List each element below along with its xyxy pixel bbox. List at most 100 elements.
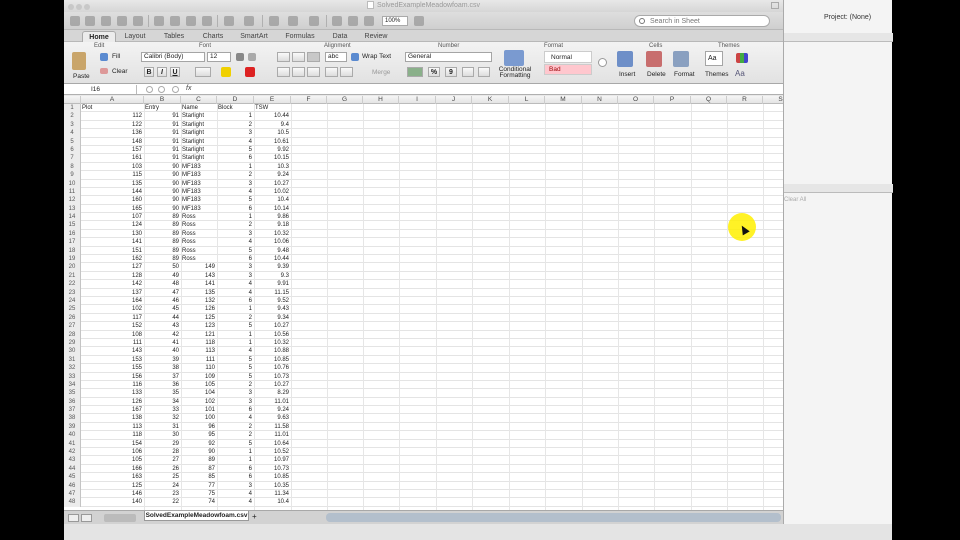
table-cell[interactable]: 10.32 — [254, 230, 291, 238]
row-header[interactable]: 21 — [64, 271, 81, 281]
column-header-d[interactable]: D — [217, 96, 254, 104]
table-cell[interactable]: 6 — [217, 154, 254, 162]
row-header[interactable]: 20 — [64, 263, 81, 272]
zoom-field[interactable]: 100% — [382, 16, 408, 26]
table-cell[interactable]: 5 — [217, 373, 254, 381]
delete-cells-icon[interactable] — [646, 51, 662, 67]
column-header-q[interactable]: Q — [691, 96, 727, 104]
row-header[interactable]: 27 — [64, 322, 81, 331]
table-cell[interactable]: 26 — [144, 465, 181, 473]
font-color-icon[interactable] — [245, 67, 255, 77]
tab-home[interactable]: Home — [82, 31, 116, 42]
table-cell[interactable]: 5 — [217, 356, 254, 364]
table-cell[interactable]: 4 — [217, 490, 254, 498]
table-cell[interactable]: 36 — [144, 381, 181, 389]
row-header[interactable]: 36 — [64, 397, 81, 407]
table-cell[interactable]: 10.27 — [254, 381, 291, 389]
borders-icon[interactable] — [195, 67, 211, 77]
spreadsheet-grid[interactable]: ABCDEFGHIJKLMNOPQRS 1 Plot Entry Name Block T… — [64, 96, 783, 510]
table-cell[interactable]: 91 — [144, 129, 181, 137]
table-cell[interactable]: 89 — [144, 238, 181, 246]
table-cell[interactable]: 32 — [144, 414, 181, 422]
page-layout-view-icon[interactable] — [81, 514, 92, 522]
row-header[interactable]: 18 — [64, 246, 81, 256]
table-cell[interactable]: 22 — [144, 498, 181, 506]
table-cell[interactable]: 3 — [217, 180, 254, 188]
search-field[interactable]: Search in Sheet — [634, 15, 770, 27]
insert-function-icon[interactable] — [172, 86, 179, 93]
column-header-a[interactable]: A — [81, 96, 144, 104]
row-header[interactable]: 41 — [64, 439, 81, 449]
theme-fonts-button[interactable]: Aa — [735, 69, 745, 78]
themes-button[interactable]: Themes — [705, 71, 728, 78]
row-header[interactable]: 48 — [64, 498, 81, 507]
table-cell[interactable]: 117 — [81, 314, 144, 322]
table-cell[interactable]: 127 — [81, 263, 144, 271]
table-cell[interactable]: 109 — [181, 373, 217, 381]
row-header[interactable]: 37 — [64, 406, 81, 415]
table-cell[interactable]: Ross — [181, 230, 217, 238]
table-cell[interactable]: 1 — [217, 305, 254, 313]
table-cell[interactable]: 10.85 — [254, 473, 291, 481]
redo-icon[interactable] — [244, 16, 254, 26]
table-cell[interactable]: 10.4 — [254, 498, 291, 506]
save-icon[interactable] — [117, 16, 127, 26]
table-cell[interactable]: 155 — [81, 364, 144, 372]
tab-review[interactable]: Review — [360, 31, 392, 42]
table-cell[interactable]: 9.39 — [254, 263, 291, 271]
table-cell[interactable]: 10.73 — [254, 465, 291, 473]
copy-icon[interactable] — [170, 16, 180, 26]
table-cell[interactable]: 163 — [81, 473, 144, 481]
table-cell[interactable]: 95 — [181, 431, 217, 439]
sort-icon[interactable] — [288, 16, 298, 26]
table-cell[interactable]: 24 — [144, 482, 181, 490]
table-cell[interactable]: MF183 — [181, 196, 217, 204]
table-cell[interactable]: 105 — [181, 381, 217, 389]
table-cell[interactable]: 89 — [144, 213, 181, 221]
table-cell[interactable]: 167 — [81, 406, 144, 414]
table-cell[interactable]: 10.97 — [254, 456, 291, 464]
table-cell[interactable]: 9.91 — [254, 280, 291, 288]
table-cell[interactable]: 111 — [81, 339, 144, 347]
table-cell[interactable]: 10.61 — [254, 138, 291, 146]
row-header[interactable]: 45 — [64, 473, 81, 482]
gallery-icon[interactable] — [332, 16, 342, 26]
undo-icon[interactable] — [224, 16, 234, 26]
row-header[interactable]: 23 — [64, 288, 81, 297]
table-cell[interactable]: 89 — [144, 230, 181, 238]
table-cell[interactable]: 31 — [144, 423, 181, 431]
print-icon[interactable] — [133, 16, 143, 26]
table-cell[interactable]: 4 — [217, 414, 254, 422]
conditional-formatting-button[interactable]: Conditional Formatting — [497, 66, 533, 79]
table-cell[interactable]: 4 — [217, 138, 254, 146]
header-cell[interactable]: TSW — [254, 104, 291, 112]
table-cell[interactable]: 42 — [144, 331, 181, 339]
table-cell[interactable]: 132 — [181, 297, 217, 305]
tab-formulas[interactable]: Formulas — [280, 31, 320, 42]
table-cell[interactable]: 141 — [81, 238, 144, 246]
table-cell[interactable]: 10.3 — [254, 163, 291, 171]
row-header[interactable]: 30 — [64, 347, 81, 356]
table-cell[interactable]: 106 — [81, 448, 144, 456]
format-painter-icon[interactable] — [202, 16, 212, 26]
table-cell[interactable]: 130 — [81, 230, 144, 238]
table-cell[interactable]: 113 — [181, 347, 217, 355]
header-cell[interactable]: Entry — [144, 104, 181, 112]
table-cell[interactable]: 118 — [81, 431, 144, 439]
table-cell[interactable]: 156 — [81, 373, 144, 381]
table-cell[interactable]: 108 — [81, 331, 144, 339]
table-cell[interactable]: 10.73 — [254, 373, 291, 381]
row-header[interactable]: 42 — [64, 448, 81, 457]
percent-button[interactable]: % — [428, 67, 440, 77]
table-cell[interactable]: 5 — [217, 440, 254, 448]
table-cell[interactable]: Ross — [181, 247, 217, 255]
table-cell[interactable]: 9.86 — [254, 213, 291, 221]
table-cell[interactable]: 90 — [181, 448, 217, 456]
fill-color-icon[interactable] — [221, 67, 231, 77]
table-cell[interactable]: 10.88 — [254, 347, 291, 355]
font-size-select[interactable]: 12 — [207, 52, 231, 62]
cancel-icon[interactable] — [146, 86, 153, 93]
cut-icon[interactable] — [154, 16, 164, 26]
table-cell[interactable]: 34 — [144, 398, 181, 406]
align-middle-icon[interactable] — [292, 52, 305, 62]
